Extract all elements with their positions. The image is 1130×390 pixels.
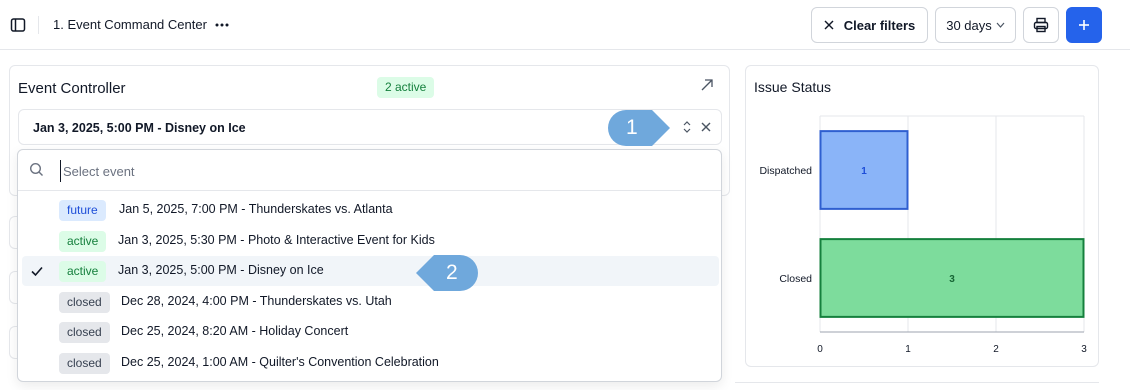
status-badge: future <box>59 200 106 221</box>
sidebar-toggle-icon[interactable] <box>6 13 30 37</box>
event-option-label: Dec 28, 2024, 4:00 PM - Thunderskates vs… <box>121 294 392 308</box>
issue-status-card: Issue Status 0 1 2 3 1 Dispatched 3 Closed <box>745 65 1099 367</box>
callout-number: 2 <box>446 261 458 284</box>
event-option[interactable]: future Jan 5, 2025, 7:00 PM - Thunderska… <box>22 195 719 225</box>
bar-data-label: 1 <box>861 166 867 177</box>
event-option[interactable]: closed Dec 28, 2024, 4:00 PM - Thundersk… <box>22 287 719 317</box>
callout-marker: 1 <box>606 108 672 153</box>
chevron-up-down-icon[interactable] <box>679 119 695 135</box>
bar-data-label: 3 <box>949 274 955 285</box>
status-badge: closed <box>59 292 110 313</box>
x-tick-label: 2 <box>993 344 999 355</box>
active-count-badge: 2 active <box>377 77 435 98</box>
x-tick-label: 1 <box>905 344 911 355</box>
event-option[interactable]: closed Dec 25, 2024, 8:20 AM - Holiday C… <box>22 317 719 347</box>
date-range-label: 30 days <box>946 17 992 33</box>
check-icon <box>30 264 44 278</box>
event-option-label: Dec 25, 2024, 8:20 AM - Holiday Concert <box>121 324 349 338</box>
event-dropdown: future Jan 5, 2025, 7:00 PM - Thunderska… <box>17 149 722 382</box>
clear-filters-button[interactable]: Clear filters <box>811 7 928 43</box>
status-badge: closed <box>59 322 110 343</box>
selected-event-value: Jan 3, 2025, 5:00 PM - Disney on Ice <box>33 121 246 135</box>
search-icon <box>29 162 45 178</box>
expand-icon[interactable] <box>700 78 718 96</box>
event-option-label: Jan 3, 2025, 5:30 PM - Photo & Interacti… <box>118 233 435 247</box>
callout-number: 1 <box>626 116 638 139</box>
clear-filters-label: Clear filters <box>843 17 916 33</box>
event-option-label: Jan 3, 2025, 5:00 PM - Disney on Ice <box>118 263 324 277</box>
more-options-icon[interactable] <box>210 13 234 37</box>
event-option[interactable]: active Jan 3, 2025, 5:30 PM - Photo & In… <box>22 226 719 256</box>
status-badge: active <box>59 261 107 282</box>
printer-icon <box>1033 17 1049 33</box>
event-option[interactable]: closed Dec 25, 2024, 1:00 AM - Quilter's… <box>22 348 719 378</box>
y-category-label: Closed <box>779 273 812 285</box>
page-title: 1. Event Command Center <box>53 17 207 32</box>
top-bar: 1. Event Command Center Clear filters 30… <box>0 0 1130 50</box>
chevron-down-icon <box>996 22 1005 28</box>
event-option-label: Jan 5, 2025, 7:00 PM - Thunderskates vs.… <box>119 202 393 216</box>
clear-selection-icon[interactable] <box>698 119 714 135</box>
date-range-select[interactable]: 30 days <box>935 7 1016 43</box>
plus-icon <box>1079 20 1089 30</box>
divider <box>735 382 1099 383</box>
issue-status-chart: 0 1 2 3 1 Dispatched 3 Closed <box>759 115 1087 355</box>
print-button[interactable] <box>1023 7 1059 43</box>
add-button[interactable] <box>1066 7 1102 43</box>
status-badge: closed <box>59 353 110 374</box>
search-row <box>18 150 721 191</box>
event-option-label: Dec 25, 2024, 1:00 AM - Quilter's Conven… <box>121 355 439 369</box>
divider <box>38 16 39 34</box>
event-search-input[interactable] <box>60 160 660 182</box>
x-tick-label: 3 <box>1081 344 1087 355</box>
card-title: Event Controller <box>18 80 126 97</box>
event-option[interactable]: active Jan 3, 2025, 5:00 PM - Disney on … <box>22 256 719 286</box>
status-badge: active <box>59 231 107 252</box>
y-category-label: Dispatched <box>759 165 812 177</box>
close-icon <box>824 20 834 30</box>
callout-marker: 2 <box>414 253 480 298</box>
x-tick-label: 0 <box>817 344 823 355</box>
